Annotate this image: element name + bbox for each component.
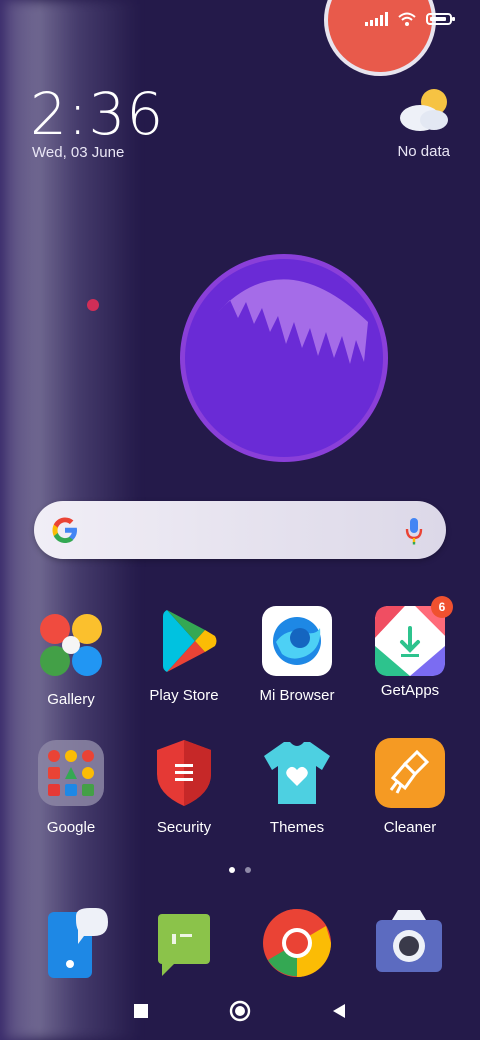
clock-time[interactable]: 2:36: [30, 80, 164, 148]
app-label: GetApps: [380, 682, 440, 699]
app-cleaner[interactable]: Cleaner: [360, 738, 460, 836]
app-getapps[interactable]: 6 GetApps: [360, 596, 460, 699]
camera-icon[interactable]: [372, 906, 446, 980]
app-google-folder[interactable]: Google: [21, 738, 121, 836]
app-themes[interactable]: Themes: [247, 738, 347, 836]
notification-badge: 6: [431, 596, 453, 618]
messages-icon[interactable]: [152, 906, 226, 980]
mi-browser-icon: [262, 606, 332, 676]
app-gallery[interactable]: Gallery: [21, 610, 121, 708]
app-label: Themes: [269, 819, 325, 836]
app-label: Mi Browser: [259, 687, 335, 704]
weather-label[interactable]: No data: [397, 143, 450, 160]
page-indicator: [229, 867, 251, 873]
clock-date[interactable]: Wed, 03 June: [32, 144, 124, 161]
app-label: Play Store: [149, 687, 219, 704]
cleaner-icon: [375, 738, 445, 808]
wifi-icon: [398, 12, 416, 26]
app-play-store[interactable]: Play Store: [134, 606, 234, 704]
battery-icon: [426, 13, 455, 25]
google-folder-icon: [38, 740, 104, 806]
app-label: Cleaner: [383, 819, 437, 836]
signal-icon: [365, 12, 388, 26]
back-icon[interactable]: [328, 1000, 350, 1022]
google-icon: [52, 517, 77, 543]
play-store-icon: [163, 610, 217, 672]
themes-icon: [264, 742, 330, 804]
app-mi-browser[interactable]: Mi Browser: [247, 606, 347, 704]
app-label: Google: [46, 819, 96, 836]
app-label: Security: [156, 819, 212, 836]
phone-icon[interactable]: [40, 906, 114, 980]
wallpaper-dot: [87, 299, 99, 311]
page-dot: [245, 867, 251, 873]
partly-cloudy-icon[interactable]: [396, 86, 454, 136]
security-icon: [157, 740, 211, 806]
app-security[interactable]: Security: [134, 738, 234, 836]
google-search-bar[interactable]: [34, 501, 446, 559]
mic-icon[interactable]: [404, 517, 424, 545]
wallpaper-orb: [180, 254, 388, 462]
app-label: Gallery: [47, 691, 95, 708]
page-dot-active: [229, 867, 235, 873]
recents-icon[interactable]: [130, 1000, 152, 1022]
chrome-icon[interactable]: [260, 906, 334, 980]
home-icon[interactable]: [229, 1000, 251, 1022]
status-bar: [365, 12, 455, 26]
getapps-icon: [375, 606, 445, 676]
gallery-icon: [40, 614, 102, 676]
